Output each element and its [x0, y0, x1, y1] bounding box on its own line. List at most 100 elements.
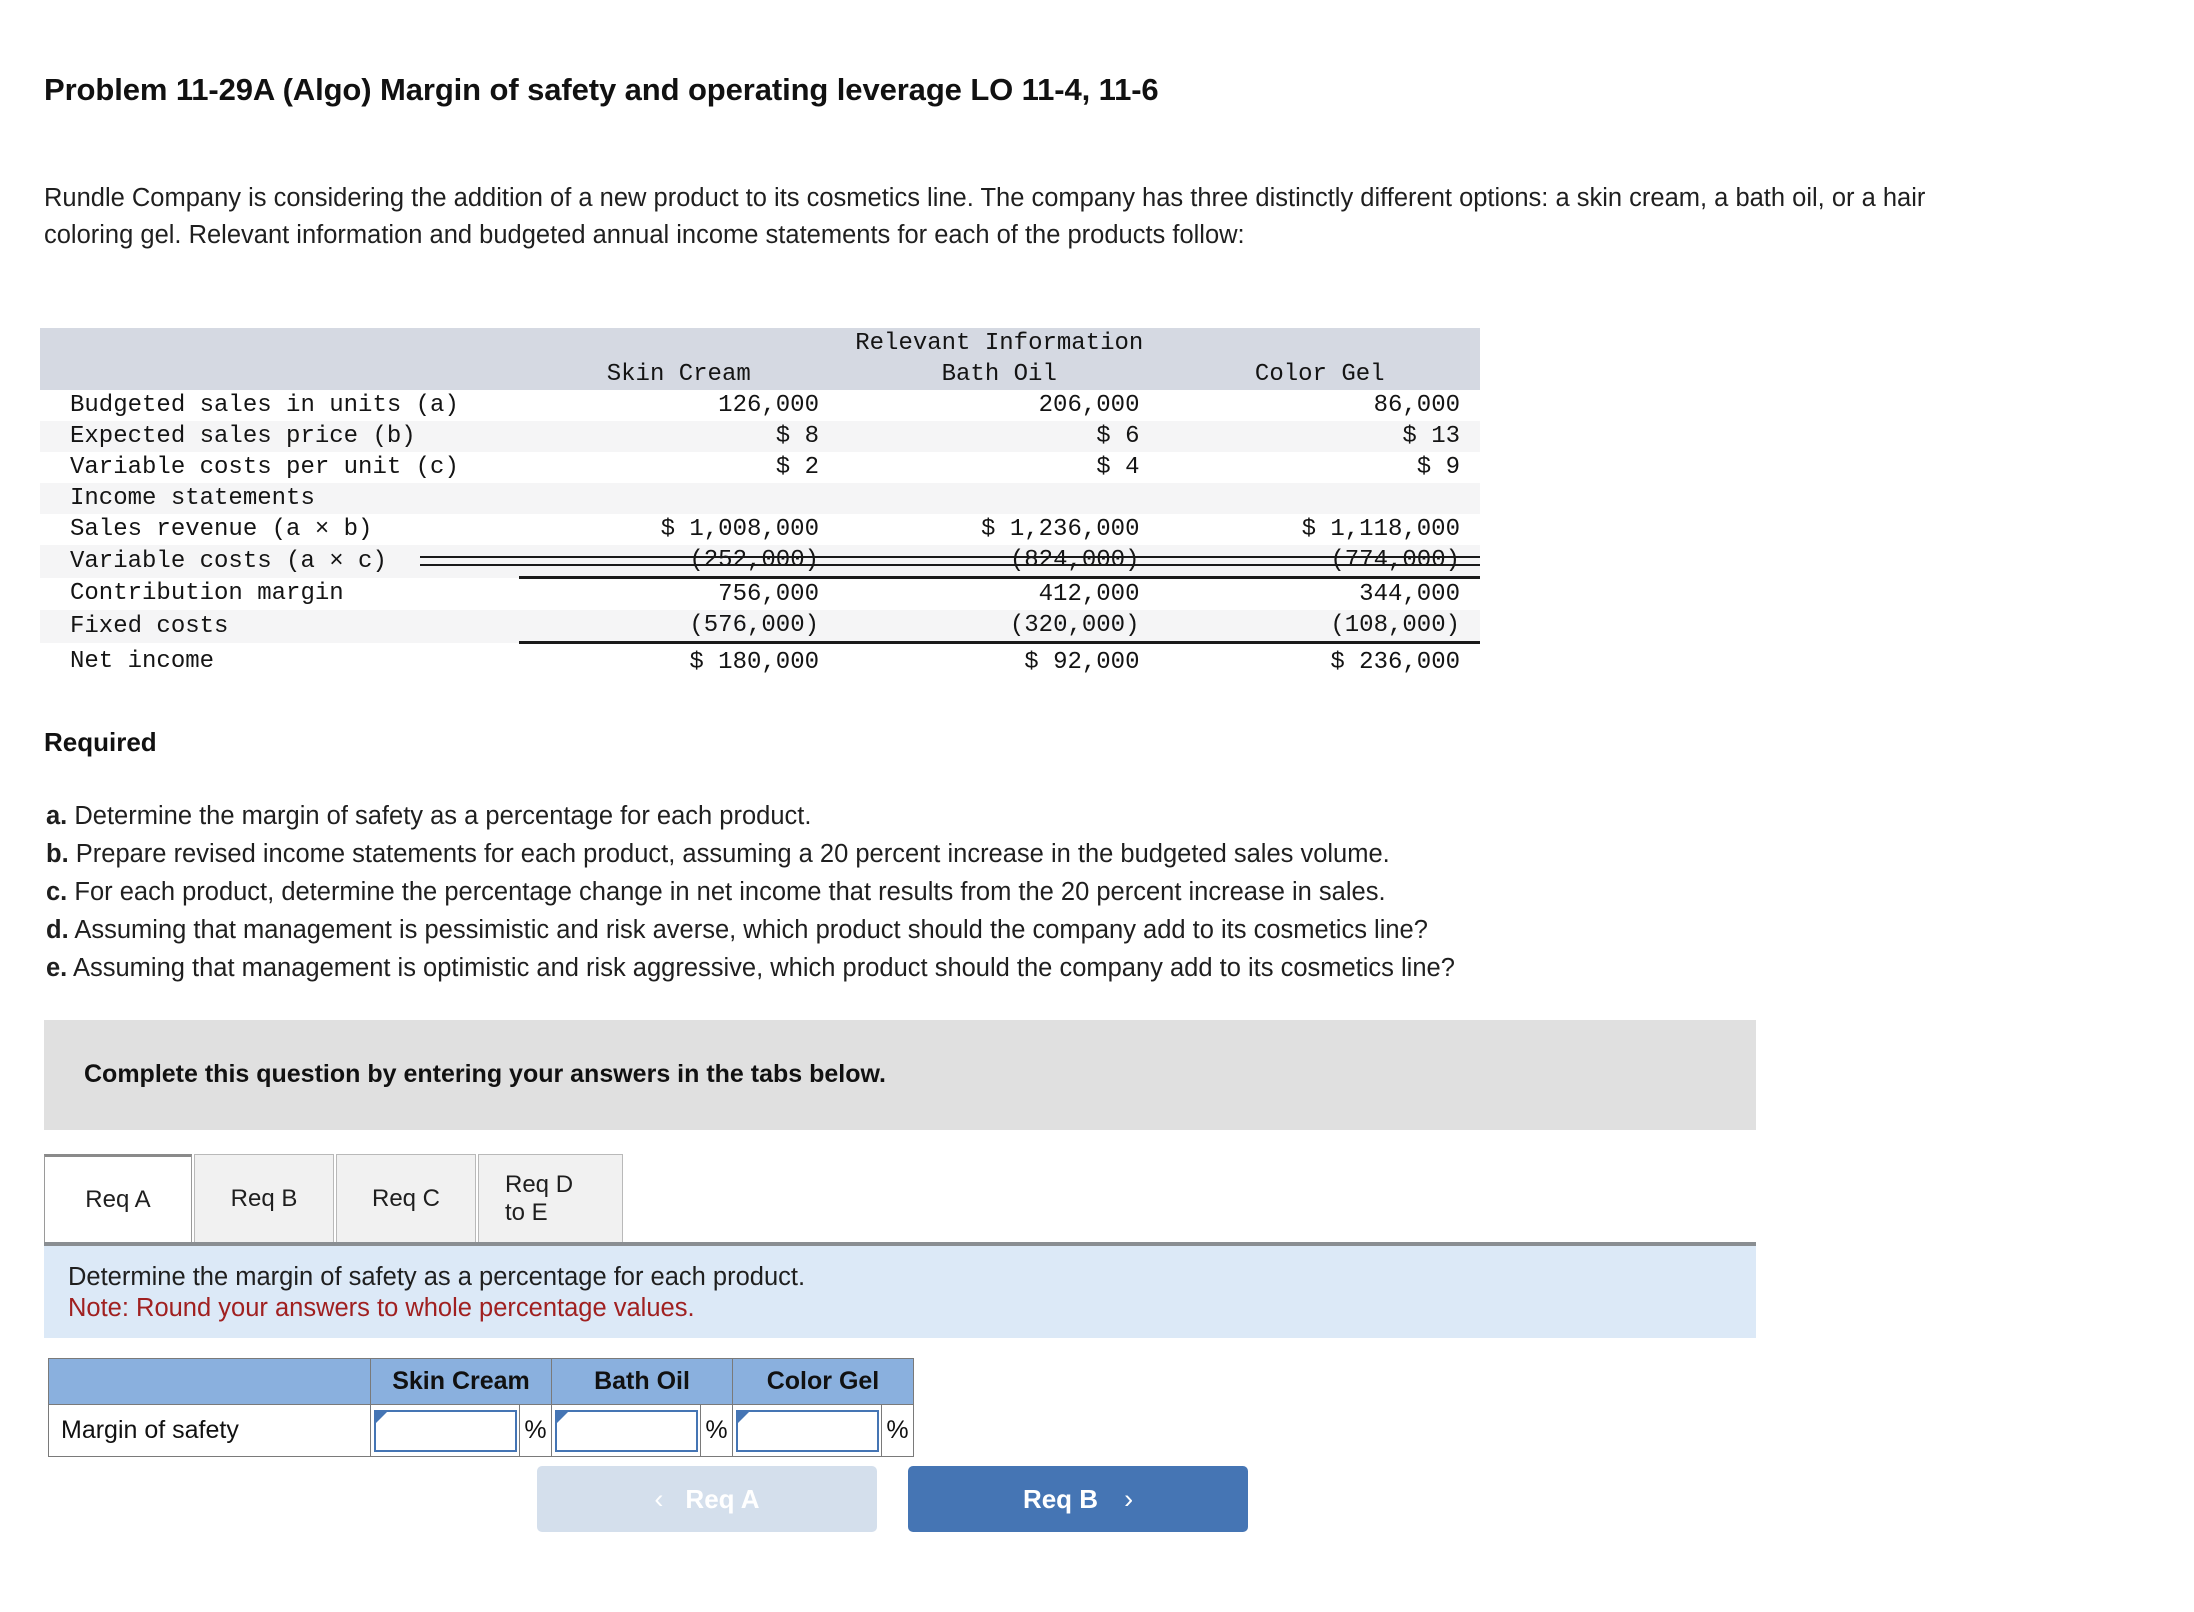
required-item-b: b. Prepare revised income statements for…: [46, 835, 1976, 873]
required-marker-d: d.: [46, 916, 69, 944]
required-text-a: Determine the margin of safety as a perc…: [74, 802, 812, 830]
problem-intro-text: Rundle Company is considering the additi…: [44, 184, 1926, 249]
row-value: [518, 483, 839, 514]
row-value: [1159, 483, 1480, 514]
chevron-right-icon: ›: [1124, 1483, 1134, 1514]
tab-req-d-to-e[interactable]: Req D to E: [478, 1154, 623, 1242]
net-income-double-rule: [420, 556, 1480, 566]
answer-row-label: Margin of safety: [48, 1404, 371, 1457]
requirement-prompt: Determine the margin of safety as a perc…: [68, 1263, 806, 1291]
chevron-left-icon: ‹: [654, 1483, 664, 1514]
answer-table: Skin Cream Bath Oil Color Gel Margin of …: [48, 1358, 914, 1457]
row-value: 86,000: [1373, 392, 1460, 419]
rounding-note: Note: Round your answers to whole percen…: [68, 1294, 695, 1322]
row-value: $ 4: [1096, 454, 1140, 481]
prev-button-label: Req A: [685, 1483, 760, 1514]
required-heading: Required: [44, 727, 157, 757]
answer-header-color-gel: Color Gel: [732, 1358, 914, 1405]
instruction-text: Complete this question by entering your …: [84, 1060, 886, 1088]
row-value: (576,000): [518, 610, 839, 644]
required-marker-e: e.: [46, 954, 68, 982]
answer-table-row: Margin of safety % % %: [48, 1404, 914, 1457]
question-page: Problem 11-29A (Algo) Margin of safety a…: [0, 0, 2194, 1612]
row-value: $ 1,118,000: [1301, 516, 1460, 543]
required-marker-b: b.: [46, 840, 69, 868]
answer-header-bath-oil: Bath Oil: [551, 1358, 733, 1405]
row-value: 412,000: [1038, 581, 1140, 608]
row-value: $ 6: [839, 421, 1160, 452]
band-title: Relevant Information: [518, 328, 1480, 359]
row-value: (320,000): [839, 610, 1160, 644]
required-text-c: For each product, determine the percenta…: [74, 878, 1386, 906]
row-label: Expected sales price (b): [40, 421, 519, 452]
row-label: Sales revenue (a × b): [70, 516, 373, 543]
relevant-information-table: Relevant Information Skin Cream Bath Oil…: [40, 328, 1480, 680]
required-item-d: d. Assuming that management is pessimist…: [46, 911, 1976, 949]
row-value: $ 1,008,000: [660, 516, 819, 543]
column-header-skin-cream: Skin Cream: [518, 359, 839, 390]
row-value: [839, 483, 1160, 514]
requirement-note-panel: Determine the margin of safety as a perc…: [44, 1242, 1756, 1338]
tab-req-c[interactable]: Req C: [336, 1154, 476, 1242]
table-row: Fixed costs (576,000) (320,000) (108,000…: [40, 610, 1480, 644]
page-title: Problem 11-29A (Algo) Margin of safety a…: [44, 72, 1159, 107]
row-label: Income statements: [40, 483, 519, 514]
row-value: $ 1,236,000: [981, 516, 1140, 543]
row-value: $ 180,000: [689, 648, 819, 676]
margin-of-safety-bath-oil-input[interactable]: [555, 1409, 698, 1452]
table-row: Contribution margin 756,000 412,000 344,…: [40, 578, 1480, 611]
row-label: Fixed costs: [40, 610, 519, 643]
row-value: $ 2: [775, 454, 819, 481]
required-marker-a: a.: [46, 802, 68, 830]
required-item-e: e. Assuming that management is optimisti…: [46, 949, 1976, 987]
row-label: Variable costs per unit (c): [70, 454, 459, 481]
row-value: (108,000): [1159, 610, 1480, 644]
column-header-blank: [40, 359, 519, 390]
column-header-color-gel: Color Gel: [1159, 359, 1480, 390]
tab-req-b[interactable]: Req B: [194, 1154, 334, 1242]
table-column-header-row: Skin Cream Bath Oil Color Gel: [40, 359, 1480, 390]
row-value: 126,000: [718, 392, 819, 419]
required-text-b: Prepare revised income statements for ea…: [75, 840, 1390, 868]
required-item-a: a. Determine the margin of safety as a p…: [46, 797, 1976, 835]
percent-sign-bath-oil: %: [700, 1404, 733, 1457]
row-value: 344,000: [1359, 581, 1460, 608]
band-spacer: [40, 328, 519, 359]
row-value: $ 236,000: [1330, 648, 1460, 676]
margin-of-safety-bath-oil-cell[interactable]: [551, 1404, 701, 1457]
row-value: 756,000: [718, 581, 819, 608]
margin-of-safety-color-gel-cell[interactable]: [732, 1404, 882, 1457]
row-label: Budgeted sales in units (a): [70, 392, 459, 419]
percent-sign-skin-cream: %: [519, 1404, 552, 1457]
margin-of-safety-skin-cream-input[interactable]: [374, 1409, 517, 1452]
table-row: Income statements: [40, 483, 1480, 514]
table-row: Budgeted sales in units (a) 126,000 206,…: [40, 390, 1480, 421]
row-value: 206,000: [1038, 392, 1140, 419]
required-marker-c: c.: [46, 878, 68, 906]
column-header-bath-oil: Bath Oil: [839, 359, 1160, 390]
table-band-title-row: Relevant Information: [40, 328, 1480, 359]
next-button-label: Req B: [1022, 1483, 1099, 1514]
margin-of-safety-color-gel-input[interactable]: [736, 1409, 879, 1452]
row-value: $ 8: [518, 421, 839, 452]
table-row: Sales revenue (a × b) $ 1,008,000 $ 1,23…: [40, 514, 1480, 545]
table-row: Variable costs per unit (c) $ 2 $ 4 $ 9: [40, 452, 1480, 483]
percent-sign-color-gel: %: [881, 1404, 914, 1457]
required-item-c: c. For each product, determine the perce…: [46, 873, 1976, 911]
next-req-b-button[interactable]: Req B ›: [908, 1466, 1248, 1532]
row-label: Net income: [70, 647, 215, 675]
requirement-tabs: Req A Req B Req C Req D to E: [44, 1154, 625, 1242]
required-text-d: Assuming that management is pessimistic …: [74, 916, 1428, 944]
required-text-e: Assuming that management is optimistic a…: [72, 954, 1455, 982]
table-row: Net income $ 180,000 $ 92,000 $ 236,000: [40, 643, 1480, 681]
margin-of-safety-skin-cream-cell[interactable]: [370, 1404, 520, 1457]
tab-req-a[interactable]: Req A: [44, 1154, 192, 1242]
answer-table-header-row: Skin Cream Bath Oil Color Gel: [48, 1358, 914, 1405]
required-list: a. Determine the margin of safety as a p…: [46, 797, 1976, 987]
prev-req-a-button[interactable]: ‹ Req A: [537, 1466, 877, 1532]
row-label: Contribution margin: [70, 580, 344, 608]
row-value: $ 92,000: [1024, 648, 1140, 676]
table-row: Expected sales price (b) $ 8 $ 6 $ 13: [40, 421, 1480, 452]
answer-header-skin-cream: Skin Cream: [370, 1358, 552, 1405]
answer-header-blank: [48, 1358, 371, 1405]
